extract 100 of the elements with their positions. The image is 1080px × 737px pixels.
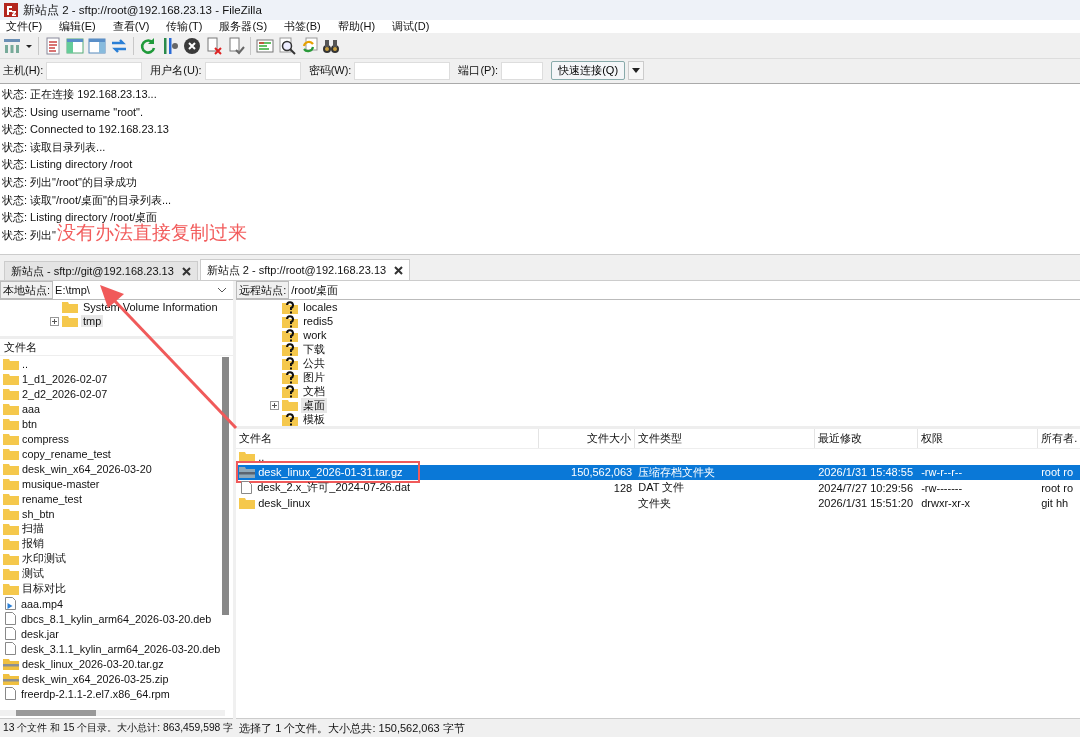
filter-icon[interactable]	[161, 37, 179, 55]
file-name[interactable]: 报销	[22, 536, 44, 551]
directory-filter-icon[interactable]	[256, 37, 274, 55]
log-line: 状态: Connected to 192.168.23.13	[2, 122, 169, 138]
owner: root ro	[1040, 481, 1074, 494]
modified-date: 2026/1/31 15:48:55	[817, 466, 914, 479]
file-name[interactable]: aaa.mp4	[21, 597, 64, 610]
menu-item[interactable]: 文件(F)	[2, 19, 49, 34]
expand-icon[interactable]	[50, 316, 59, 326]
folder-icon	[3, 537, 19, 550]
file-size: 150,562,063	[570, 466, 634, 479]
file-name[interactable]: sh_btn	[22, 507, 55, 520]
file-name[interactable]: 目标对比	[22, 581, 66, 596]
search-icon[interactable]	[278, 37, 296, 55]
permissions: drwxr-xr-x	[920, 497, 972, 510]
input-field[interactable]	[46, 61, 143, 80]
file-name[interactable]: 扫描	[22, 521, 44, 536]
message-log-icon[interactable]	[44, 37, 62, 55]
archive-icon	[3, 672, 19, 685]
file-name[interactable]: copy_rename_test	[22, 447, 111, 460]
menu-item[interactable]: 书签(B)	[280, 19, 327, 34]
close-icon[interactable]	[181, 266, 191, 276]
file-row[interactable]: ..	[236, 449, 1080, 465]
log-line: 状态: 读取"/root/桌面"的目录列表...	[2, 192, 172, 208]
file-type: 压缩存档文件夹	[637, 464, 717, 480]
column-header[interactable]: 文件名	[236, 429, 540, 448]
menu-item[interactable]: 查看(V)	[108, 19, 156, 34]
tree-item[interactable]: work	[301, 329, 329, 341]
file-row[interactable]: desk_linux_2026-01-31.tar.gz 150,562,063 压缩存档文件夹 2026/1/31 15:48:55 -rw-r--r-- root ro	[236, 464, 1080, 480]
file-name[interactable]: 测试	[22, 566, 44, 581]
file-row[interactable]: desk_2.x_许可_2024-07-26.dat 128 DAT 文件 2024/7/27 10:29:56 -rw------- root ro	[236, 480, 1080, 496]
file-name[interactable]: 1_d1_2026-02-07	[22, 372, 108, 385]
file-name[interactable]: compress	[22, 432, 69, 445]
file-name[interactable]: freerdp-2.1.1-2.el7.x86_64.rpm	[21, 687, 170, 700]
status-text: 13 个文件 和 15 个目录。大小总计: 863,459,598 字	[0, 718, 234, 737]
file-name[interactable]: aaa	[22, 402, 40, 415]
column-header[interactable]: 文件大小	[539, 429, 636, 448]
log-line: 状态: 读取目录列表...	[2, 139, 106, 155]
tree-item[interactable]: System Volume Information	[81, 301, 220, 313]
tree-item[interactable]: 图片	[301, 369, 328, 385]
tab-label: 新站点 - sftp://git@192.168.23.13	[11, 263, 174, 279]
menu-item[interactable]: 调试(D)	[388, 19, 436, 34]
disconnect-icon[interactable]	[205, 37, 223, 55]
tree-item[interactable]: 公共	[301, 355, 328, 371]
file-name[interactable]: desk.jar	[21, 627, 59, 640]
folder-icon	[3, 387, 19, 400]
menu-item[interactable]: 传输(T)	[162, 19, 209, 34]
refresh-icon[interactable]	[139, 37, 157, 55]
column-header[interactable]: 文件名	[4, 339, 37, 355]
file-name[interactable]: rename_test	[22, 492, 82, 505]
file-name[interactable]: btn	[22, 417, 37, 430]
input-field[interactable]	[501, 61, 544, 80]
file-name[interactable]: 2_d2_2026-02-07	[22, 387, 108, 400]
unknown-folder-icon	[282, 342, 299, 356]
remote-tree-icon[interactable]	[88, 37, 106, 55]
column-header[interactable]: 权限	[918, 429, 1039, 448]
input-field[interactable]	[354, 61, 451, 80]
reconnect-icon[interactable]	[227, 37, 245, 55]
quickconnect-button[interactable]: 快速连接(Q)	[551, 61, 626, 80]
tree-item[interactable]: 模板	[301, 411, 328, 426]
video-file-icon	[5, 597, 16, 610]
file-name[interactable]: desk_win_x64_2026-03-25.zip	[22, 672, 169, 685]
tree-item[interactable]: 桌面	[301, 397, 328, 413]
file-name[interactable]: ..	[22, 357, 28, 370]
folder-icon	[3, 507, 19, 520]
tree-item[interactable]: locales	[301, 301, 340, 313]
tree-item[interactable]: redis5	[301, 315, 336, 327]
scrollbar[interactable]	[0, 710, 225, 716]
connection-tab[interactable]: 新站点 2 - sftp://root@192.168.23.13	[199, 259, 411, 280]
menu-item[interactable]: 编辑(E)	[55, 19, 102, 34]
local-tree-icon[interactable]	[66, 37, 84, 55]
field-label: 用户名(U):	[150, 63, 202, 78]
menu-item[interactable]: 帮助(H)	[333, 19, 382, 34]
file-name[interactable]: desk_3.1.1_kylin_arm64_2026-03-20.deb	[21, 642, 221, 655]
unknown-folder-icon	[282, 314, 299, 328]
file-name: desk_linux	[258, 497, 311, 510]
sync-icon[interactable]	[300, 37, 318, 55]
input-field[interactable]	[204, 61, 301, 80]
column-header[interactable]: 所有者.	[1038, 429, 1080, 448]
column-header[interactable]: 文件类型	[635, 429, 816, 448]
tree-item[interactable]: tmp	[81, 315, 104, 327]
connection-tab[interactable]: 新站点 - sftp://git@192.168.23.13	[4, 261, 198, 280]
file-name[interactable]: desk_linux_2026-03-20.tar.gz	[22, 657, 164, 670]
cancel-icon[interactable]	[183, 37, 201, 55]
expand-icon[interactable]	[270, 400, 280, 410]
tree-item[interactable]: 下载	[301, 341, 328, 357]
menu-item[interactable]: 服务器(S)	[215, 19, 274, 34]
file-name[interactable]: 水印测试	[22, 551, 66, 566]
tree-item[interactable]: 文档	[301, 383, 328, 399]
close-icon[interactable]	[394, 265, 404, 275]
scrollbar[interactable]	[222, 357, 230, 615]
transfer-queue-icon[interactable]	[110, 37, 128, 55]
file-name[interactable]: musique-master	[22, 477, 100, 490]
file-name[interactable]: desk_win_x64_2026-03-20	[22, 462, 152, 475]
file-row[interactable]: desk_linux 文件夹 2026/1/31 15:51:20 drwxr-xr-x git hh	[236, 495, 1080, 511]
column-header[interactable]: 最近修改	[815, 429, 919, 448]
chevron-icon[interactable]	[217, 287, 228, 293]
dropdown-button[interactable]	[628, 61, 645, 80]
binoculars-icon[interactable]	[322, 37, 340, 55]
file-name[interactable]: dbcs_8.1_kylin_arm64_2026-03-20.deb	[21, 612, 212, 625]
